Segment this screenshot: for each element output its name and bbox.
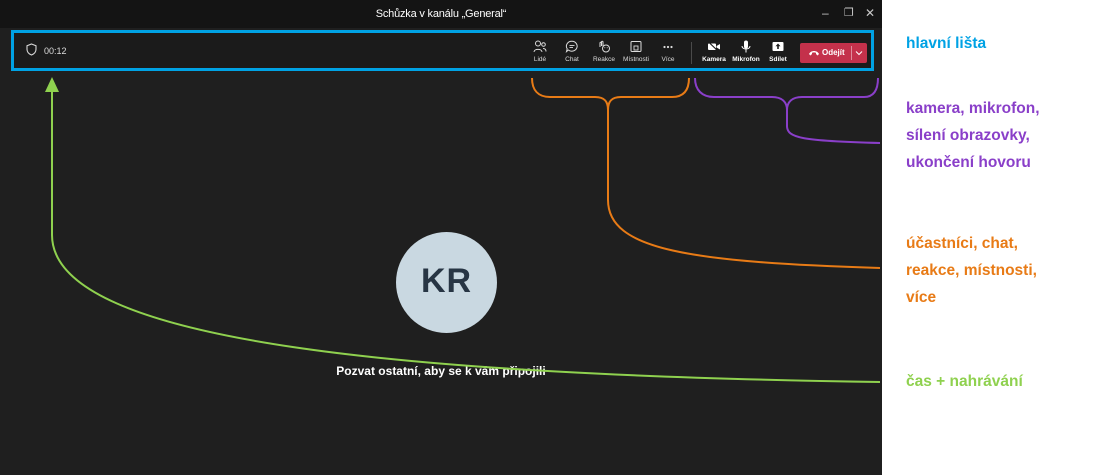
avatar: KR xyxy=(396,232,497,333)
reaction-icon xyxy=(599,40,610,53)
close-button[interactable]: ✕ xyxy=(865,7,875,19)
chat-button[interactable]: Chat xyxy=(555,40,589,68)
toolbar-separator xyxy=(691,42,692,64)
window-title: Schůzka v kanálu „General“ xyxy=(375,8,507,20)
camera-icon xyxy=(707,41,720,53)
chevron-down-icon[interactable] xyxy=(855,50,863,56)
reactions-button[interactable]: Reakce xyxy=(587,40,621,68)
microphone-label: Mikrofon xyxy=(732,56,760,63)
leave-button[interactable]: Odejít xyxy=(800,43,867,63)
annotation-line: reakce, místnosti, xyxy=(906,262,1037,279)
invite-text[interactable]: Pozvat ostatní, aby se k vám připojili xyxy=(0,364,882,378)
title-bar: Schůzka v kanálu „General“ – ❐ ✕ xyxy=(0,0,882,28)
teams-meeting-window: Schůzka v kanálu „General“ – ❐ ✕ 00:12 L… xyxy=(0,0,882,475)
reactions-label: Reakce xyxy=(592,56,616,63)
leave-label: Odejít xyxy=(822,48,845,57)
more-label: Více xyxy=(661,56,675,63)
shield-icon xyxy=(26,43,37,56)
minimize-button[interactable]: – xyxy=(822,7,829,19)
share-button[interactable]: Sdílet xyxy=(761,40,795,68)
annotation-time-group: čas + nahrávání xyxy=(906,373,1023,390)
annotation-camera-group: kamera, mikrofon, sílení obrazovky, ukon… xyxy=(906,95,1040,176)
breakout-rooms-label: Místnosti xyxy=(622,56,649,63)
more-icon xyxy=(663,45,673,49)
annotation-line: sílení obrazovky, xyxy=(906,127,1030,144)
chat-icon xyxy=(565,40,578,53)
camera-label: Kamera xyxy=(702,56,726,63)
maximize-button[interactable]: ❐ xyxy=(844,7,854,19)
annotation-line: kamera, mikrofon, xyxy=(906,100,1040,117)
rooms-icon xyxy=(630,41,642,52)
phone-hangup-icon xyxy=(809,51,819,56)
annotation-line: účastníci, chat, xyxy=(906,235,1018,252)
share-label: Sdílet xyxy=(769,56,787,63)
annotation-line: ukončení hovoru xyxy=(906,154,1031,171)
call-timer: 00:12 xyxy=(44,46,67,56)
chat-label: Chat xyxy=(565,56,579,63)
people-icon xyxy=(533,40,547,53)
breakout-rooms-button[interactable]: Místnosti xyxy=(619,40,653,68)
more-button[interactable]: Více xyxy=(651,40,685,68)
annotation-participants-group: účastníci, chat, reakce, místnosti, více xyxy=(906,230,1037,311)
annotation-line: více xyxy=(906,289,937,306)
microphone-button[interactable]: Mikrofon xyxy=(729,40,763,68)
microphone-icon xyxy=(741,40,751,53)
share-icon xyxy=(772,42,784,51)
people-label: Lidé xyxy=(533,56,547,63)
camera-button[interactable]: Kamera xyxy=(697,40,731,68)
avatar-initials: KR xyxy=(420,262,473,300)
leave-divider xyxy=(851,46,852,60)
people-button[interactable]: Lidé xyxy=(523,40,557,68)
annotation-main-bar: hlavní lišta xyxy=(906,35,987,52)
